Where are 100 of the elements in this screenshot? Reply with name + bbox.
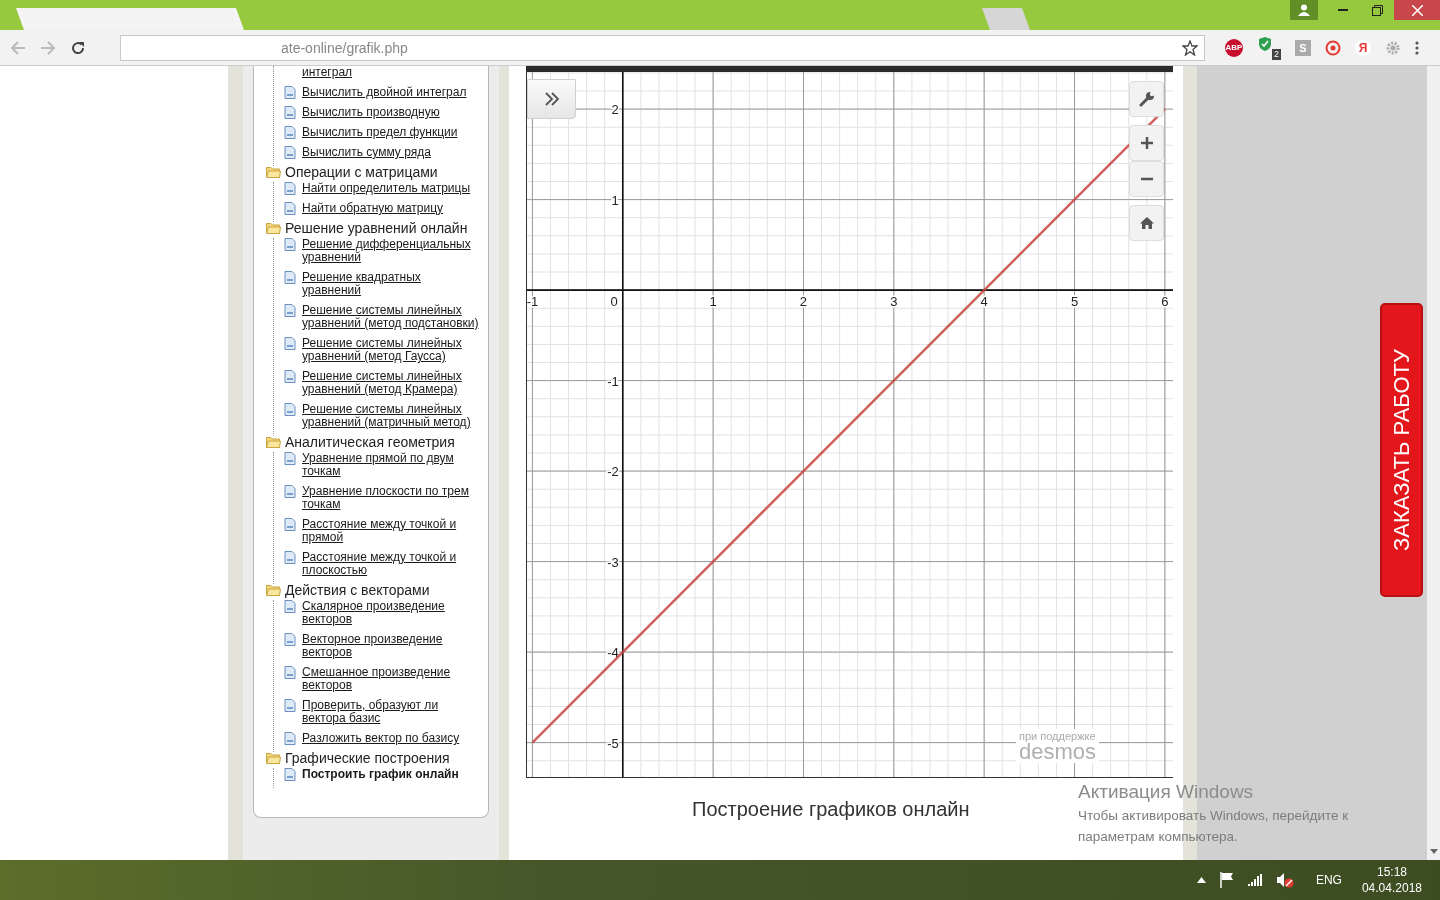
activation-text: Чтобы активировать Windows, перейдите к параметрам компьютера. — [1078, 807, 1350, 846]
folder-icon — [266, 166, 281, 178]
document-icon — [284, 304, 296, 317]
sidebar-link[interactable]: Решение системы линейных уравнений (метод Крамера) — [302, 370, 482, 396]
document-icon — [284, 370, 296, 383]
y-tick-label: -1 — [607, 373, 619, 389]
folder-icon — [266, 222, 281, 234]
sidebar-link[interactable]: Векторное произведение векторов — [302, 633, 482, 659]
document-icon — [284, 146, 296, 159]
sidebar-link[interactable]: Решение системы линейных уравнений (метод Гаусса) — [302, 337, 482, 363]
activation-title: Активация Windows — [1078, 781, 1255, 803]
double-chevron-icon — [543, 92, 560, 106]
muted-speaker-icon[interactable] — [1275, 872, 1294, 888]
folder-icon — [266, 436, 281, 448]
document-icon — [284, 666, 296, 679]
reload-icon[interactable] — [70, 39, 86, 56]
sidebar-link[interactable]: Уравнение плоскости по трем точкам — [302, 485, 482, 511]
document-icon — [284, 403, 296, 416]
sidebar-link[interactable]: Построить график онлайн — [302, 768, 482, 781]
document-icon — [284, 699, 296, 712]
close-icon — [1411, 4, 1423, 16]
yandex-extension-icon[interactable]: Я — [1355, 39, 1371, 56]
sidebar-link[interactable]: Смешанное произведение векторов — [302, 666, 482, 692]
document-icon — [284, 732, 296, 745]
document-icon — [284, 551, 296, 564]
x-tick-label: 5 — [1070, 294, 1079, 310]
document-icon — [284, 600, 296, 613]
signal-icon[interactable] — [1247, 874, 1262, 886]
document-icon — [284, 238, 296, 251]
sidebar-link[interactable]: Уравнение прямой по двум точкам — [302, 452, 482, 478]
scrollbar[interactable] — [1427, 66, 1440, 860]
x-tick-label: 4 — [980, 294, 988, 310]
wrench-icon — [1138, 91, 1155, 107]
document-icon — [284, 633, 296, 646]
section-heading: Построение графиков онлайн — [692, 798, 970, 821]
order-work-button[interactable]: ЗАКАЗАТЬ РАБОТУ — [1380, 303, 1423, 597]
y-tick-label: -2 — [607, 464, 619, 480]
minimize-icon — [1338, 9, 1348, 11]
flag-icon[interactable] — [1219, 872, 1234, 888]
document-icon — [284, 126, 296, 139]
y-tick-label: -5 — [607, 735, 619, 751]
caret-up-icon[interactable] — [1196, 877, 1206, 883]
document-icon — [284, 106, 296, 119]
folder-icon — [266, 752, 281, 764]
y-tick-label: 1 — [611, 192, 619, 208]
sidebar-link[interactable]: Вычислить предел функции — [302, 126, 482, 139]
credit-text: при поддержке — [1018, 730, 1096, 742]
expand-button[interactable] — [527, 79, 576, 119]
home-icon — [1138, 216, 1155, 230]
clock[interactable]: 15:18 04.04.2018 — [1361, 864, 1422, 896]
graph-canvas[interactable]: -1 0 1 2 3 4 5 6 -5 -4 -3 -2 -1 1 2 при поддержке desmos — [526, 66, 1173, 778]
y-tick-label: -4 — [607, 645, 619, 661]
scroll-down-arrow-icon[interactable] — [1429, 849, 1438, 854]
sidebar-link[interactable]: Найти обратную матрицу — [302, 202, 482, 215]
language-indicator[interactable]: ENG — [1315, 873, 1342, 887]
document-icon — [284, 485, 296, 498]
sidebar-group-label[interactable]: Операции с матрицами — [285, 164, 438, 180]
x-tick-label: -1 — [527, 294, 539, 310]
home-button[interactable] — [1129, 205, 1164, 241]
target-extension-icon[interactable] — [1325, 39, 1341, 56]
sidebar-group-label[interactable]: Графические построения — [285, 750, 450, 766]
menu-icon[interactable] — [1415, 39, 1419, 56]
sidebar-link[interactable]: Решение системы линейных уравнений (матричный метод) — [302, 403, 482, 429]
x-tick-label: 0 — [610, 294, 618, 310]
x-tick-label: 6 — [1161, 294, 1169, 310]
sidebar-link[interactable]: Разложить вектор по базису — [302, 732, 482, 745]
restore-icon — [1371, 4, 1383, 16]
y-tick-label: -3 — [607, 554, 619, 570]
document-icon — [284, 518, 296, 531]
sidebar-group-label[interactable]: Аналитическая геометрия — [285, 434, 455, 450]
address-field[interactable]: ate-online/grafik.php — [120, 34, 1205, 61]
sidebar-link[interactable]: Расстояние между точкой и плоскостью — [302, 551, 482, 577]
sidebar-link[interactable]: Вычислить сумму ряда — [302, 146, 482, 159]
star-icon[interactable] — [1182, 39, 1198, 56]
sidebar-link[interactable]: Вычислить двойной интеграл — [302, 86, 482, 99]
sidebar-link[interactable]: Найти определитель матрицы — [302, 182, 482, 195]
plus-icon — [1139, 136, 1154, 150]
document-icon — [284, 271, 296, 284]
document-icon — [284, 452, 296, 465]
y-tick-label: 2 — [611, 102, 619, 118]
document-icon — [284, 768, 296, 781]
sidebar-link[interactable]: Расстояние между точкой и прямой — [302, 518, 482, 544]
sidebar-link[interactable]: Проверить, образуют ли вектора базис — [302, 699, 482, 725]
sidebar-link[interactable]: Скалярное произведение векторов — [302, 600, 482, 626]
sidebar-link[interactable]: Решение квадратных уравнений — [302, 271, 482, 297]
sidebar-link[interactable]: интеграл — [302, 66, 482, 79]
document-icon — [284, 86, 296, 99]
document-icon — [284, 337, 296, 350]
profile-button[interactable] — [1290, 0, 1318, 20]
sidebar-group-label[interactable]: Действия с векторами — [285, 582, 430, 598]
close-button[interactable] — [1394, 0, 1440, 20]
x-tick-label: 2 — [799, 294, 808, 310]
zoom-in-button[interactable] — [1129, 125, 1164, 161]
settings-button[interactable] — [1129, 81, 1164, 117]
sidebar-link[interactable]: Вычислить производную — [302, 106, 482, 119]
sidebar-link[interactable]: Решение дифференциальных уравнений — [302, 238, 482, 264]
sidebar-group-label[interactable]: Решение уравнений онлайн — [285, 220, 468, 236]
person-icon — [1298, 4, 1310, 16]
sidebar-link[interactable]: Решение системы линейных уравнений (метод подстановки) — [302, 304, 482, 330]
adblock-extension-icon[interactable]: ABP — [1225, 38, 1243, 57]
